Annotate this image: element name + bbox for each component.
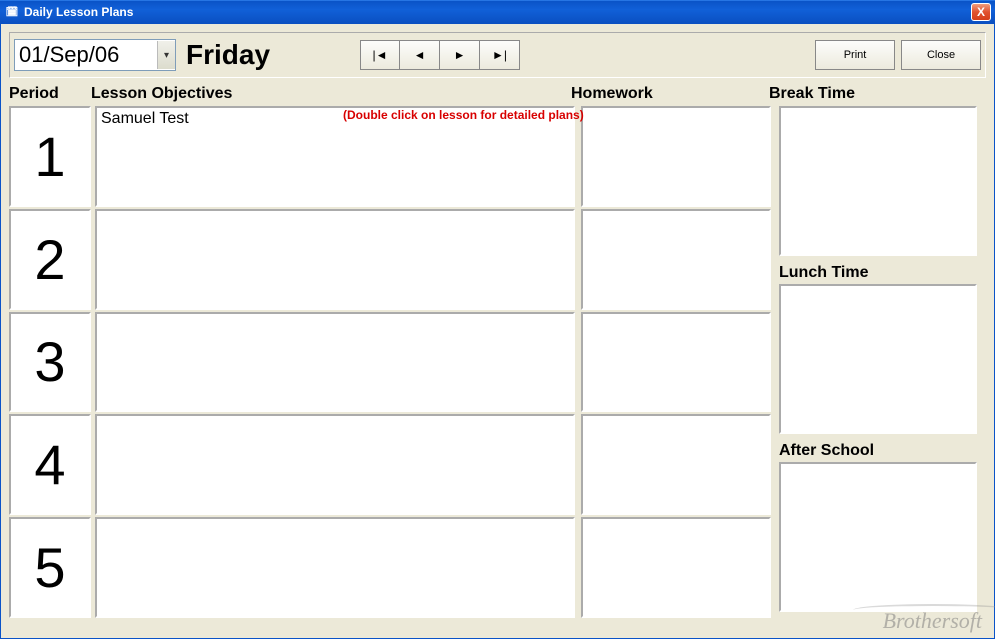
day-of-week: Friday	[186, 39, 270, 71]
nav-next-button[interactable]: ►	[440, 40, 480, 70]
header-after-school: After School	[779, 442, 977, 460]
header-period: Period	[9, 85, 91, 103]
header-lesson: Lesson Objectives	[91, 85, 571, 103]
homework-cell[interactable]	[581, 312, 771, 413]
period-number: 3	[9, 312, 91, 413]
lunch-time-block: Lunch Time	[779, 264, 977, 434]
close-icon: X	[977, 5, 985, 19]
lesson-cell[interactable]	[95, 517, 575, 618]
header-break-time: Break Time	[769, 85, 969, 103]
prev-icon: ◄	[414, 48, 426, 62]
homework-cell[interactable]	[581, 414, 771, 515]
window-body: 01/Sep/06 ▾ Friday |◄ ◄ ► ►| Print	[0, 24, 995, 639]
window-title: Daily Lesson Plans	[24, 5, 971, 19]
last-icon: ►|	[492, 48, 507, 62]
break-time-box[interactable]	[779, 106, 977, 256]
after-school-block: After School	[779, 442, 977, 612]
date-value: 01/Sep/06	[19, 42, 119, 68]
hint-text: (Double click on lesson for detailed pla…	[343, 108, 584, 122]
side-column: Lunch Time After School	[779, 106, 977, 620]
header-homework: Homework	[571, 85, 769, 103]
homework-cell[interactable]	[581, 209, 771, 310]
period-number: 5	[9, 517, 91, 618]
app-icon: 🗓	[4, 4, 20, 20]
toolbar-inset: 01/Sep/06 ▾ Friday |◄ ◄ ► ►| Print	[9, 32, 986, 78]
nav-first-button[interactable]: |◄	[360, 40, 400, 70]
next-icon: ►	[454, 48, 466, 62]
homework-cell[interactable]	[581, 106, 771, 207]
window-close-button[interactable]: X	[971, 3, 991, 21]
lesson-cell[interactable]	[95, 414, 575, 515]
break-time-block	[779, 106, 977, 256]
first-icon: |◄	[373, 48, 388, 62]
period-number: 2	[9, 209, 91, 310]
period-number: 4	[9, 414, 91, 515]
close-button[interactable]: Close	[901, 40, 981, 70]
main-grid: 1 2 3 4 5 Samuel Test Lunch Time	[1, 106, 994, 620]
print-button[interactable]: Print	[815, 40, 895, 70]
toolbar: 01/Sep/06 ▾ Friday |◄ ◄ ► ►| Print	[1, 24, 994, 82]
title-bar: 🗓 Daily Lesson Plans X	[0, 0, 995, 24]
lesson-cell[interactable]	[95, 209, 575, 310]
chevron-down-icon: ▾	[157, 41, 175, 69]
lessons-column: Samuel Test	[95, 106, 575, 620]
date-picker[interactable]: 01/Sep/06 ▾	[14, 39, 176, 71]
after-school-box[interactable]	[779, 462, 977, 612]
header-lunch-time: Lunch Time	[779, 264, 977, 282]
nav-last-button[interactable]: ►|	[480, 40, 520, 70]
lesson-cell[interactable]	[95, 312, 575, 413]
lunch-time-box[interactable]	[779, 284, 977, 434]
nav-buttons: |◄ ◄ ► ►|	[360, 40, 520, 70]
nav-prev-button[interactable]: ◄	[400, 40, 440, 70]
homework-column	[581, 106, 771, 620]
period-number: 1	[9, 106, 91, 207]
column-headers: Period Lesson Objectives Homework Break …	[1, 82, 994, 106]
periods-column: 1 2 3 4 5	[9, 106, 91, 620]
action-buttons: Print Close	[815, 40, 981, 70]
homework-cell[interactable]	[581, 517, 771, 618]
